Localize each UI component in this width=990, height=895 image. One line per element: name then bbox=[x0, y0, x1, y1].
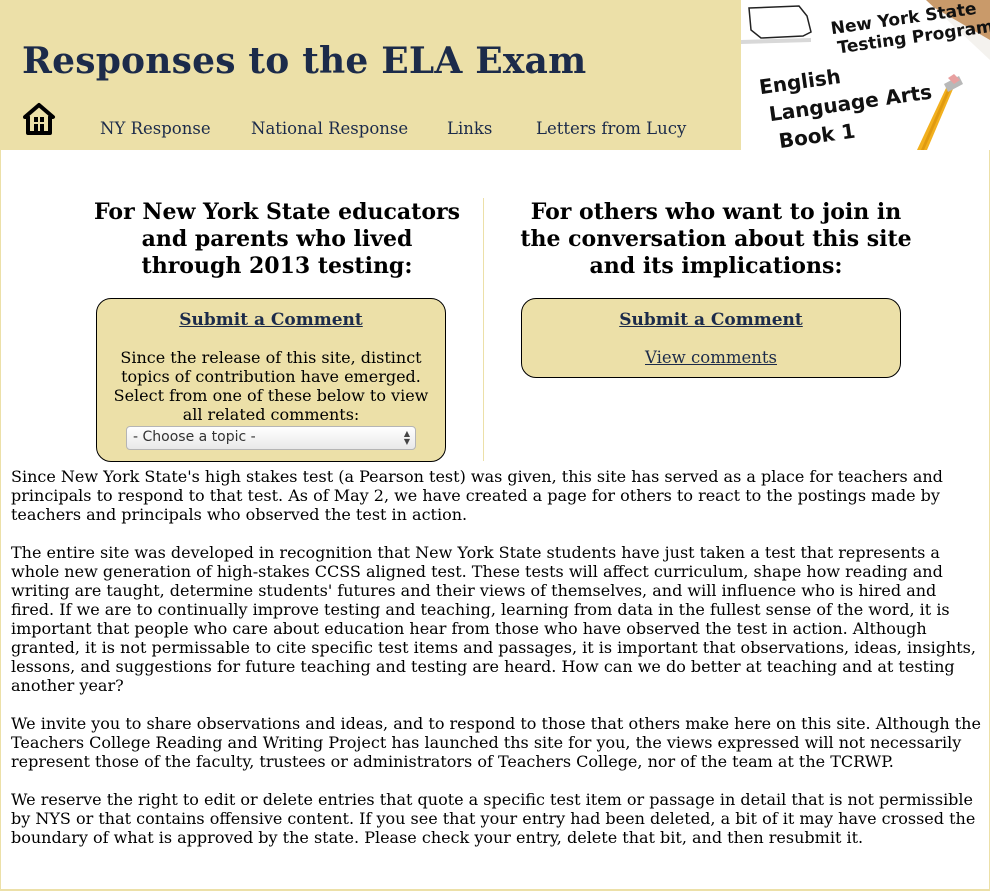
topic-description: Since the release of this site, distinct… bbox=[113, 348, 429, 424]
select-arrows-icon: ▲ ▼ bbox=[403, 429, 410, 446]
home-icon-graphic bbox=[23, 103, 55, 135]
nav-links[interactable]: Links bbox=[447, 119, 492, 138]
others-comment-box: Submit a Comment View comments bbox=[521, 298, 901, 378]
column-divider bbox=[483, 198, 484, 461]
others-heading: For others who want to join in the conve… bbox=[520, 199, 912, 279]
site-description: Since New York State's high stakes test … bbox=[11, 467, 983, 866]
nav-national-response[interactable]: National Response bbox=[251, 119, 408, 138]
intro-paragraph-4: We reserve the right to edit or delete e… bbox=[11, 790, 976, 847]
nav-ny-response[interactable]: NY Response bbox=[100, 119, 211, 138]
intro-paragraph-3: We invite you to share observations and … bbox=[11, 714, 981, 771]
nav-letters-from-lucy[interactable]: Letters from Lucy bbox=[536, 119, 686, 138]
home-icon[interactable] bbox=[22, 102, 56, 136]
educator-submit-comment-link[interactable]: Submit a Comment bbox=[97, 310, 445, 330]
view-comments-link[interactable]: View comments bbox=[522, 348, 900, 367]
educators-heading: For New York State educators and parents… bbox=[94, 199, 460, 279]
topic-select-value: - Choose a topic - bbox=[133, 429, 256, 445]
testing-program-banner: New York State Testing Program English L… bbox=[741, 0, 990, 150]
topic-select[interactable]: - Choose a topic - ▲ ▼ bbox=[126, 426, 416, 450]
site-title: Responses to the ELA Exam bbox=[22, 40, 587, 82]
others-submit-comment-link[interactable]: Submit a Comment bbox=[522, 310, 900, 330]
intro-paragraph-1: Since New York State's high stakes test … bbox=[11, 467, 943, 524]
intro-paragraph-2: The entire site was developed in recogni… bbox=[11, 543, 976, 695]
educator-comment-box: Submit a Comment Since the release of th… bbox=[96, 298, 446, 462]
site-header: Responses to the ELA Exam NY Response Na… bbox=[0, 0, 990, 150]
test-booklet-image: New York State Testing Program English L… bbox=[741, 0, 990, 150]
